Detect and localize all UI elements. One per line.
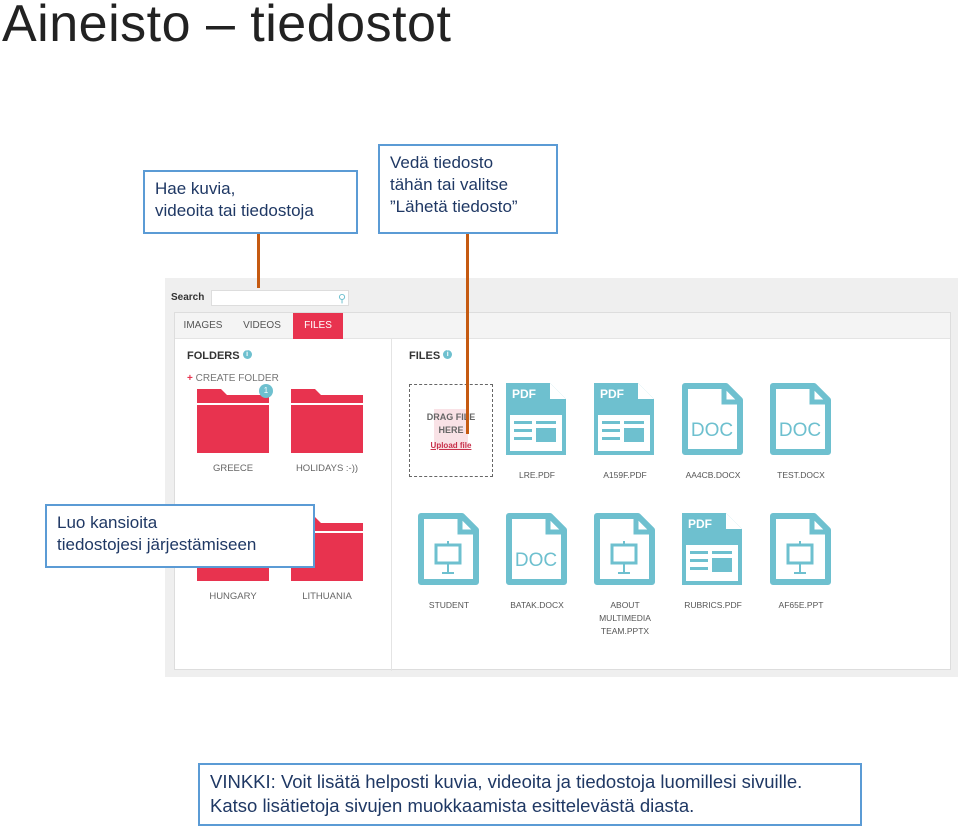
heading-text: FOLDERS [187,350,240,362]
pdf-label: PDF [600,387,624,401]
library-panel: IMAGES VIDEOS FILES FOLDERS i + CREATE FO… [174,312,951,671]
files-heading: FILES i [409,350,453,362]
file-name: LRE.PDF [519,470,555,480]
tip-text: Katso lisätietoja sivujen muokkaamista e… [210,795,695,816]
doc-label: DOC [691,420,733,441]
create-folder-button[interactable]: + CREATE FOLDER [187,373,279,384]
search-input[interactable]: ⚲ [211,290,349,306]
tip-text: VINKKI: Voit lisätä helposti kuvia, vide… [210,771,803,792]
callout-text: tähän tai valitse [390,175,509,194]
file-item[interactable]: PDF LRE.PDF [495,383,579,482]
tab-images[interactable]: IMAGES [175,313,231,339]
pdf-file-icon: PDF [594,383,654,455]
column-divider [391,339,392,671]
callout-text: Luo kansioita [57,513,158,532]
search-label: Search [171,292,205,303]
tab-files[interactable]: FILES [293,313,343,339]
info-icon[interactable]: i [242,350,252,359]
file-item[interactable]: STUDENT [407,513,491,612]
tab-videos[interactable]: VIDEOS [231,313,293,339]
connector-line [257,234,260,288]
file-item[interactable]: ABOUT MULTIMEDIA TEAM.PPTX [583,513,667,638]
folder-name: HOLIDAYS :-)) [295,463,359,474]
pdf-file-icon: PDF [682,513,742,585]
file-name: TEST.DOCX [777,470,825,480]
callout-folders: Luo kansioita tiedostojesi järjestämisee… [45,504,315,568]
plus-icon: + [187,373,193,384]
folder-name: HUNGARY [209,591,257,602]
doc-label: DOC [515,550,557,571]
tab-bar: IMAGES VIDEOS FILES [175,313,950,339]
callout-text: tiedostojesi järjestämiseen [57,535,257,554]
callout-text: ”Lähetä tiedosto” [390,197,518,216]
folder-count-badge: 1 [259,384,273,398]
file-item[interactable]: DOC AA4CB.DOCX [671,383,755,482]
callout-text: Hae kuvia, [155,179,236,198]
callout-upload: Vedä tiedosto tähän tai valitse ”Lähetä … [378,144,558,234]
ppt-file-icon [770,513,831,585]
file-item[interactable]: AF65E.PPT [759,513,843,612]
pdf-label: PDF [512,387,536,401]
folder-name: LITHUANIA [302,591,352,602]
drop-text: HERE [438,425,464,435]
file-item[interactable]: DOC BATAK.DOCX [495,513,579,612]
file-name: ABOUT MULTIMEDIA TEAM.PPTX [599,600,651,636]
tip-box: VINKKI: Voit lisätä helposti kuvia, vide… [198,763,862,826]
folder-name: GREECE [212,463,254,474]
drag-drop-zone[interactable]: DRAG FILE HERE Upload file [409,384,493,477]
ppt-file-icon [418,513,479,585]
file-item[interactable]: DOC TEST.DOCX [759,383,843,482]
connector-line [466,234,469,434]
folders-heading: FOLDERS i [187,350,252,362]
file-name: AA4CB.DOCX [685,470,741,480]
upload-file-link[interactable]: Upload file [410,439,492,452]
doc-file-icon: DOC [682,383,743,455]
file-item[interactable]: PDF RUBRICS.PDF [671,513,755,612]
magnifier-icon[interactable]: ⚲ [338,292,346,305]
heading-text: FILES [409,350,441,362]
callout-text: Vedä tiedosto [390,153,494,172]
create-folder-label: CREATE FOLDER [195,373,279,384]
drop-text: DRAG FILE [426,412,476,422]
file-name: STUDENT [428,600,470,610]
file-name: A159F.PDF [603,470,647,480]
callout-search: Hae kuvia, videoita tai tiedostoja [143,170,358,234]
doc-file-icon: DOC [506,513,567,585]
media-library-screenshot: Search ⚲ IMAGES VIDEOS FILES FOLDERS i + … [165,278,958,677]
slide-title: Aineisto – tiedostot [2,0,452,53]
pdf-file-icon: PDF [506,383,566,455]
doc-label: DOC [779,420,821,441]
folder-item[interactable]: 1 GREECE [197,384,273,474]
callout-text: videoita tai tiedostoja [155,201,314,220]
folder-icon [291,389,363,453]
file-name: RUBRICS.PDF [684,600,742,610]
pdf-label: PDF [688,517,712,531]
folder-icon [197,389,269,453]
ppt-file-icon [594,513,655,585]
file-item[interactable]: PDF A159F.PDF [583,383,667,482]
info-icon[interactable]: i [443,350,453,359]
folder-item[interactable]: HOLIDAYS :-)) [291,389,363,474]
doc-file-icon: DOC [770,383,831,455]
file-name: BATAK.DOCX [510,600,564,610]
file-name: AF65E.PPT [778,600,824,610]
